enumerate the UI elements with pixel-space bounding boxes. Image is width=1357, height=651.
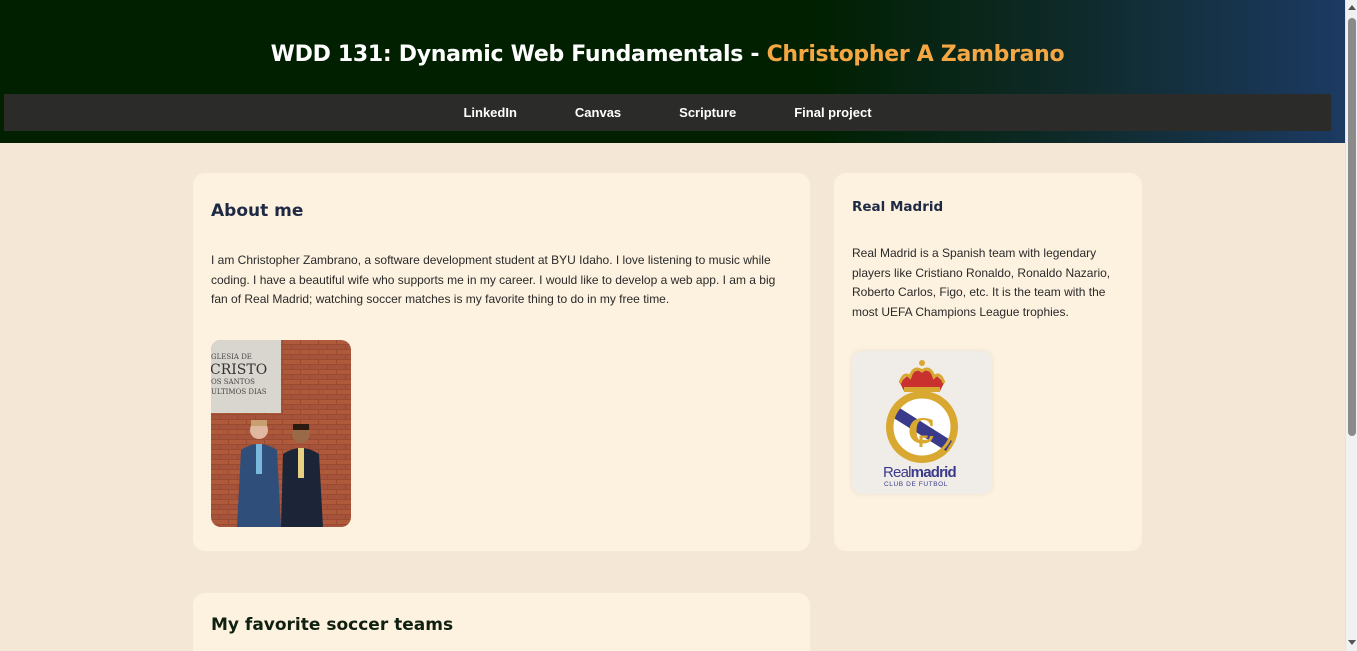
title-prefix: WDD 131: Dynamic Web Fundamentals -	[270, 42, 767, 67]
logo-tagline: CLUB DE FUTBOL	[884, 481, 948, 488]
logo-wordmark-light: Real	[883, 464, 911, 481]
sign-line-1: GLESIA DE	[211, 353, 252, 361]
real-madrid-card: Real Madrid Real Madrid is a Spanish tea…	[834, 173, 1142, 551]
svg-text:Realmadrid: Realmadrid	[883, 464, 957, 481]
scroll-down-arrow-icon[interactable]	[1348, 640, 1356, 645]
nav-link-canvas[interactable]: Canvas	[575, 105, 621, 120]
nav-link-linkedin[interactable]: LinkedIn	[463, 105, 516, 120]
sign-line-3: OS SANTOS	[211, 378, 255, 386]
main-nav: LinkedIn Canvas Scripture Final project	[4, 94, 1331, 131]
real-madrid-logo: C F Realmadrid CLUB DE FUTBOL	[852, 351, 992, 494]
profile-photo: GLESIA DE CRISTO OS SANTOS ULTIMOS DIAS	[211, 340, 351, 527]
real-madrid-heading: Real Madrid	[852, 199, 944, 215]
page-scrollbar[interactable]	[1345, 0, 1357, 651]
favorite-teams-heading: My favorite soccer teams	[211, 615, 454, 635]
site-header: WDD 131: Dynamic Web Fundamentals - Chri…	[0, 0, 1345, 143]
sign-line-2: CRISTO	[211, 362, 267, 378]
svg-text:F: F	[918, 432, 929, 451]
scroll-up-arrow-icon[interactable]	[1348, 5, 1356, 10]
about-me-text: I am Christopher Zambrano, a software de…	[211, 253, 776, 306]
about-me-heading: About me	[211, 201, 304, 221]
logo-wordmark-bold: madrid	[911, 464, 957, 481]
real-madrid-text: Real Madrid is a Spanish team with legen…	[852, 246, 1111, 319]
about-me-card: About me I am Christopher Zambrano, a so…	[193, 173, 810, 551]
nav-link-scripture[interactable]: Scripture	[679, 105, 736, 120]
title-name: Christopher A Zambrano	[766, 42, 1065, 67]
scrollbar-thumb[interactable]	[1348, 18, 1356, 436]
page-title: WDD 131: Dynamic Web Fundamentals - Chri…	[0, 42, 1335, 67]
sign-line-4: ULTIMOS DIAS	[211, 388, 267, 396]
favorite-teams-card: My favorite soccer teams	[193, 593, 810, 651]
nav-link-final-project[interactable]: Final project	[794, 105, 871, 120]
